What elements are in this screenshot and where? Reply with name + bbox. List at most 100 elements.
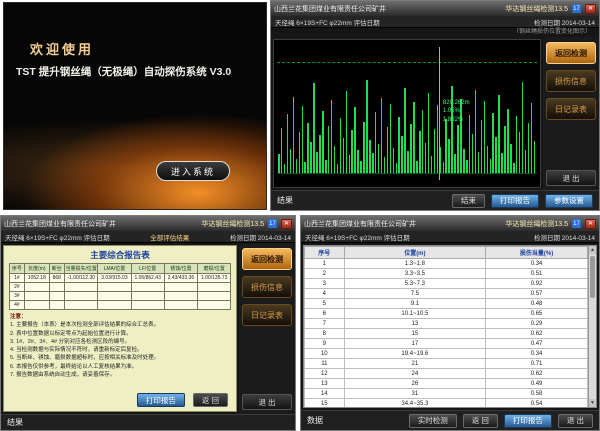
daily-record-button[interactable]: 日记录表: [546, 98, 596, 120]
table-row[interactable]: 1534.4~35.30.54: [305, 399, 588, 409]
exit-button[interactable]: 退 出: [242, 394, 292, 410]
waveform-bar: [278, 154, 280, 174]
close-icon[interactable]: ✕: [585, 219, 596, 229]
column-header: 序号: [305, 247, 345, 259]
eval-scope-label: 全部评估结果: [116, 232, 224, 242]
waveform-bar: [363, 122, 365, 174]
waveform-bar: [281, 128, 283, 174]
back-to-detect-button[interactable]: 返回检测: [242, 248, 292, 270]
waveform-bar: [419, 131, 421, 173]
damage-info-button[interactable]: 损伤信息: [546, 70, 596, 92]
waveform-bar: [346, 91, 348, 174]
table-row[interactable]: 610.1~10.50.65: [305, 309, 588, 319]
damage-table: 序号位置(m)损伤当量(%)11.3~1.80.3423.3~3.50.5135…: [304, 246, 588, 408]
waveform-bar: [401, 136, 403, 174]
params-button[interactable]: 参数设置: [545, 194, 593, 208]
status-label: 数据: [307, 415, 323, 426]
waveform-bar: [390, 104, 392, 174]
table-row[interactable]: 11210.71: [305, 359, 588, 369]
measure-cursor[interactable]: [439, 47, 440, 179]
damage-info-button[interactable]: 损伤信息: [242, 276, 292, 298]
note-line: 5. 当断丝、锈蚀、磨损数据超标时，应按相关标准及时处理。: [10, 354, 230, 362]
column-header: 位置(m): [344, 247, 486, 259]
close-icon[interactable]: ✕: [585, 4, 596, 14]
titlebar: 山西兰花集团煤业有限责任公司矿井 华达钢丝绳检测13.5 17 ✕: [301, 216, 599, 231]
waveform-chart-area[interactable]: 820.262m 1.05% 1.862%: [273, 39, 541, 188]
waveform-bar: [343, 138, 345, 174]
table-row[interactable]: 11.3~1.80.34: [305, 259, 588, 269]
realtime-detect-button[interactable]: 实时检测: [409, 414, 457, 428]
scroll-up-icon[interactable]: ▲: [589, 246, 596, 254]
welcome-text: 欢迎使用: [30, 39, 94, 58]
enter-system-button[interactable]: 进入系统: [156, 161, 230, 181]
waveform-bar: [434, 129, 436, 174]
table-row[interactable]: 4#: [9, 301, 231, 310]
waveform-bar: [463, 149, 465, 174]
table-row[interactable]: 47.50.57: [305, 289, 588, 299]
exit-button[interactable]: 退 出: [558, 414, 593, 428]
table-row[interactable]: 35.3~7.30.92: [305, 279, 588, 289]
table-row[interactable]: 13260.49: [305, 379, 588, 389]
table-row[interactable]: 2#: [9, 283, 231, 292]
waveform-bar: [413, 102, 415, 174]
scrollbar[interactable]: ▲ ▼: [588, 246, 596, 407]
detect-date: 检测日期 2014-03-14: [534, 17, 595, 27]
table-row[interactable]: 9170.47: [305, 339, 588, 349]
damage-bottombar: 数据 实时检测 返 回 打印报告 退 出: [301, 410, 599, 430]
note-line: 6. 本报告仅供参考，最终结论以人工复核结果为准。: [10, 363, 230, 371]
scroll-down-icon[interactable]: ▼: [589, 399, 596, 407]
table-row[interactable]: 12240.62: [305, 369, 588, 379]
chart-caption: （钢丝绳损伤位置变化图示）: [271, 28, 599, 37]
report-sidebar: 返回检测 损伤信息 日记录表 退 出: [239, 243, 295, 414]
column-header: 磨损/位置: [198, 264, 231, 274]
waveform-bar: [431, 156, 433, 173]
waveform-bar: [510, 144, 512, 173]
print-report-button[interactable]: 打印报告: [137, 393, 185, 407]
table-row[interactable]: 3#: [9, 292, 231, 301]
app-name: 华达钢丝绳检测13.5: [201, 219, 264, 229]
waveform-bar: [495, 137, 497, 174]
table-row[interactable]: 7130.29: [305, 319, 588, 329]
column-header: 断丝: [49, 264, 65, 274]
waveform-bar: [384, 157, 386, 173]
waveform-bar: [381, 98, 383, 174]
waveform-bar: [351, 130, 353, 174]
waveform-bar: [322, 111, 324, 174]
back-button[interactable]: 返 回: [193, 393, 228, 407]
daily-record-button[interactable]: 日记录表: [242, 304, 292, 326]
back-to-detect-button[interactable]: 返回检测: [546, 42, 596, 64]
back-button[interactable]: 返 回: [463, 414, 498, 428]
waveform-bar: [481, 120, 483, 173]
damage-table-area: 序号位置(m)损伤当量(%)11.3~1.80.3423.3~3.50.5135…: [303, 245, 597, 408]
exit-button[interactable]: 退 出: [546, 170, 596, 186]
print-report-button[interactable]: 打印报告: [491, 194, 539, 208]
waveform-bar: [299, 132, 301, 173]
note-line: 4. 当检测数据与实际情况不符时，请重新标定后复检。: [10, 346, 230, 354]
table-row[interactable]: 8150.62: [305, 329, 588, 339]
waveform-bar: [357, 150, 359, 174]
table-row[interactable]: 14310.58: [305, 389, 588, 399]
waveform-bar: [316, 152, 318, 174]
table-row[interactable]: 23.3~3.50.51: [305, 269, 588, 279]
note-line: 7. 报告数据由系统自动生成，请妥善保存。: [10, 371, 230, 379]
waveform-bar: [334, 146, 336, 174]
table-row[interactable]: 59.10.48: [305, 299, 588, 309]
notes-list: 1. 主要报告（本表）是本次检测全部评估结果的综合汇总表。2. 表中位置数据以标…: [10, 321, 230, 379]
waveform-bar: [478, 152, 480, 174]
print-report-button[interactable]: 打印报告: [504, 414, 552, 428]
waveform-bar: [313, 83, 315, 173]
waveform-bar: [387, 127, 389, 174]
finish-button[interactable]: 结束: [452, 194, 485, 208]
waveform-bar: [519, 132, 521, 173]
scroll-thumb[interactable]: [590, 256, 595, 298]
waveform-bar: [328, 126, 330, 174]
waveform-bar: [404, 88, 406, 174]
rope-info-row: 天径绳 6×19S+FC φ22mm 评估日期 全部评估结果 检测日期 2014…: [1, 231, 295, 243]
detect-date: 检测日期 2014-03-14: [534, 232, 595, 242]
waveform-bar: [410, 124, 412, 174]
waveform-bar: [331, 100, 333, 174]
table-row[interactable]: 1#1052.18868-1.00/112.303.03/915.031.05/…: [9, 274, 231, 283]
close-icon[interactable]: ✕: [281, 219, 292, 229]
titlebar: 山西兰花集团煤业有限责任公司矿井 华达钢丝绳检测13.5 17 ✕: [271, 1, 599, 16]
table-row[interactable]: 1019.4~19.60.34: [305, 349, 588, 359]
